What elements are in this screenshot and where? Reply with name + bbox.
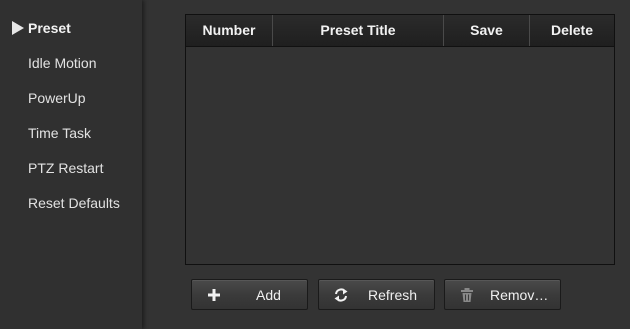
column-header-save[interactable]: Save	[444, 15, 530, 46]
ptz-settings-panel: Preset Idle Motion PowerUp Time Task PTZ…	[0, 0, 630, 329]
sidebar-item-idle-motion[interactable]: Idle Motion	[0, 48, 142, 78]
sidebar-item-preset[interactable]: Preset	[0, 13, 142, 43]
sidebar-item-ptz-restart[interactable]: PTZ Restart	[0, 153, 142, 183]
active-arrow-icon	[12, 21, 24, 35]
trash-icon	[461, 288, 473, 302]
column-header-number[interactable]: Number	[186, 15, 273, 46]
preset-table: Number Preset Title Save Delete	[185, 14, 615, 265]
sidebar-item-time-task[interactable]: Time Task	[0, 118, 142, 148]
refresh-icon	[334, 288, 348, 302]
sidebar-item-label: Reset Defaults	[28, 195, 120, 211]
remove-button[interactable]: Remov…	[444, 279, 561, 310]
column-header-preset-title[interactable]: Preset Title	[273, 15, 444, 46]
table-body	[186, 47, 614, 264]
column-header-delete[interactable]: Delete	[530, 15, 614, 46]
plus-icon	[208, 289, 220, 301]
add-button[interactable]: Add	[191, 279, 308, 310]
sidebar-item-label: PTZ Restart	[28, 160, 104, 176]
sidebar-item-label: Preset	[28, 20, 71, 36]
sidebar-item-label: Time Task	[28, 125, 92, 141]
refresh-button[interactable]: Refresh	[318, 279, 435, 310]
sidebar-item-powerup[interactable]: PowerUp	[0, 83, 142, 113]
refresh-button-label: Refresh	[368, 287, 418, 303]
sidebar-item-reset-defaults[interactable]: Reset Defaults	[0, 188, 142, 218]
sidebar: Preset Idle Motion PowerUp Time Task PTZ…	[0, 0, 142, 329]
add-button-label: Add	[256, 287, 281, 303]
sidebar-item-label: Idle Motion	[28, 55, 97, 71]
table-header: Number Preset Title Save Delete	[186, 15, 614, 47]
remove-button-label: Remov…	[490, 287, 549, 303]
sidebar-item-label: PowerUp	[28, 90, 86, 106]
